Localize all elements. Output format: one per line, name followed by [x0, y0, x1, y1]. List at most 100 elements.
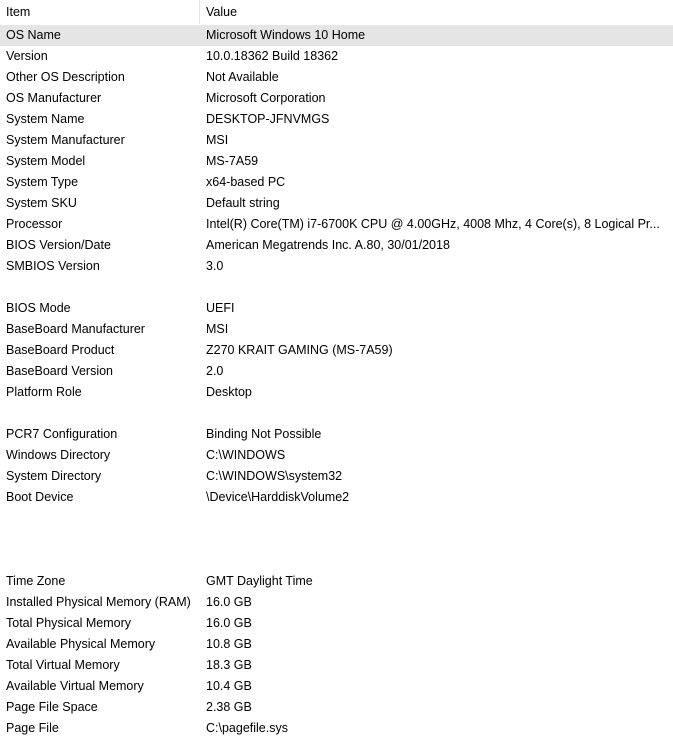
row-value: x64-based PC [206, 175, 286, 189]
list-row[interactable]: Processor Intel(R) Core(TM) i7-6700K CPU … [0, 214, 673, 235]
row-value: GMT Daylight Time [206, 574, 313, 588]
column-header-item[interactable]: Item [0, 0, 199, 24]
list-row[interactable]: SMBIOS Version 3.0 [0, 256, 673, 277]
row-item-label: SMBIOS Version [6, 259, 100, 273]
row-item-label: Version [6, 49, 48, 63]
list-row[interactable]: PCR7 Configuration Binding Not Possible [0, 424, 673, 445]
row-item-label: System Type [6, 175, 79, 189]
list-row[interactable]: System Model MS-7A59 [0, 151, 673, 172]
row-value: Microsoft Corporation [206, 91, 326, 105]
row-item-label: BIOS Version/Date [6, 238, 111, 252]
row-value: UEFI [206, 301, 235, 315]
list-row[interactable]: Other OS Description Not Available [0, 67, 673, 88]
list-row[interactable]: OS Name Microsoft Windows 10 Home [0, 25, 673, 46]
list-row[interactable]: System Directory C:\WINDOWS\system32 [0, 466, 673, 487]
row-item-label: Time Zone [6, 574, 66, 588]
row-item-label: Platform Role [6, 385, 82, 399]
row-item-label: BaseBoard Product [6, 343, 115, 357]
row-value: 10.8 GB [206, 637, 252, 651]
list-row[interactable]: Windows Directory C:\WINDOWS [0, 445, 673, 466]
row-item-label: OS Manufacturer [6, 91, 102, 105]
row-item-label: Processor [6, 217, 63, 231]
row-item-label: System Name [6, 112, 85, 126]
row-value: 16.0 GB [206, 616, 252, 630]
row-item-label: OS Name [6, 28, 61, 42]
row-item-label: Total Virtual Memory [6, 658, 120, 672]
row-value [206, 403, 664, 424]
row-value [206, 508, 664, 529]
row-item-label: Windows Directory [6, 448, 111, 462]
row-item-label: BaseBoard Version [6, 364, 114, 378]
list-row[interactable]: Boot Device \Device\HarddiskVolume2 [0, 487, 673, 508]
row-value: 10.4 GB [206, 679, 252, 693]
row-item-label: Boot Device [6, 490, 74, 504]
row-value: 2.38 GB [206, 700, 252, 714]
list-row[interactable]: Total Virtual Memory 18.3 GB [0, 655, 673, 676]
row-item-label: BaseBoard Manufacturer [6, 322, 145, 336]
row-value: C:\pagefile.sys [206, 721, 288, 735]
list-row[interactable]: Available Virtual Memory 10.4 GB [0, 676, 673, 697]
list-row[interactable]: BaseBoard Product Z270 KRAIT GAMING (MS-7… [0, 340, 673, 361]
list-row[interactable] [0, 508, 673, 529]
row-value: MS-7A59 [206, 154, 259, 168]
row-item-label: BIOS Mode [6, 301, 71, 315]
list-row[interactable] [0, 403, 673, 424]
list-row[interactable]: System Manufacturer MSI [0, 130, 673, 151]
row-value: Not Available [206, 70, 279, 84]
row-value: MSI [206, 322, 229, 336]
row-item-label: System Directory [6, 469, 102, 483]
list-row[interactable]: Version 10.0.18362 Build 18362 [0, 46, 673, 67]
row-value: Z270 KRAIT GAMING (MS-7A59) [206, 343, 393, 357]
list-row[interactable]: Total Physical Memory 16.0 GB [0, 613, 673, 634]
row-value [206, 550, 664, 571]
row-value: Desktop [206, 385, 252, 399]
row-value: 10.0.18362 Build 18362 [206, 49, 339, 63]
list-row[interactable]: BIOS Version/Date American Megatrends Inc… [0, 235, 673, 256]
row-item-label: Available Virtual Memory [6, 679, 144, 693]
list-row[interactable]: Platform Role Desktop [0, 382, 673, 403]
row-value: American Megatrends Inc. A.80, 30/01/201… [206, 238, 450, 252]
row-value: 2.0 [206, 364, 224, 378]
list-row[interactable]: Installed Physical Memory (RAM) 16.0 GB [0, 592, 673, 613]
row-item-label [6, 277, 198, 298]
row-value: 18.3 GB [206, 658, 252, 672]
row-item-label: System Manufacturer [6, 133, 125, 147]
list-row[interactable]: BIOS Mode UEFI [0, 298, 673, 319]
row-item-label: System SKU [6, 196, 77, 210]
list-row[interactable]: Page File C:\pagefile.sys [0, 718, 673, 739]
row-item-label: Installed Physical Memory (RAM) [6, 595, 191, 609]
row-value: \Device\HarddiskVolume2 [206, 490, 350, 504]
row-item-label: System Model [6, 154, 86, 168]
row-item-label [6, 550, 198, 571]
list-row[interactable]: BaseBoard Version 2.0 [0, 361, 673, 382]
row-item-label: Other OS Description [6, 70, 125, 84]
row-item-label [6, 529, 198, 550]
list-row[interactable]: System Type x64-based PC [0, 172, 673, 193]
list-row[interactable]: OS Manufacturer Microsoft Corporation [0, 88, 673, 109]
column-header-value[interactable]: Value [200, 0, 673, 24]
row-value: 3.0 [206, 259, 224, 273]
list-row[interactable]: Time Zone GMT Daylight Time [0, 571, 673, 592]
row-item-label: PCR7 Configuration [6, 427, 118, 441]
list-row[interactable] [0, 277, 673, 298]
row-value: DESKTOP-JFNVMGS [206, 112, 330, 126]
list-row[interactable]: Available Physical Memory 10.8 GB [0, 634, 673, 655]
row-value: C:\WINDOWS [206, 448, 286, 462]
row-value: Microsoft Windows 10 Home [206, 28, 366, 42]
row-item-label: Page File [6, 721, 59, 735]
list-row[interactable] [0, 529, 673, 550]
row-value: Intel(R) Core(TM) i7-6700K CPU @ 4.00GHz… [206, 217, 660, 231]
row-value: C:\WINDOWS\system32 [206, 469, 343, 483]
row-value: 16.0 GB [206, 595, 252, 609]
row-value: Binding Not Possible [206, 427, 322, 441]
list-row[interactable] [0, 550, 673, 571]
list-row[interactable]: Page File Space 2.38 GB [0, 697, 673, 718]
row-item-label: Total Physical Memory [6, 616, 132, 630]
list-row[interactable]: BaseBoard Manufacturer MSI [0, 319, 673, 340]
list-row[interactable]: System SKU Default string [0, 193, 673, 214]
row-value: Default string [206, 196, 280, 210]
row-item-label: Page File Space [6, 700, 98, 714]
row-value [206, 529, 664, 550]
row-value [206, 277, 664, 298]
list-row[interactable]: System Name DESKTOP-JFNVMGS [0, 109, 673, 130]
